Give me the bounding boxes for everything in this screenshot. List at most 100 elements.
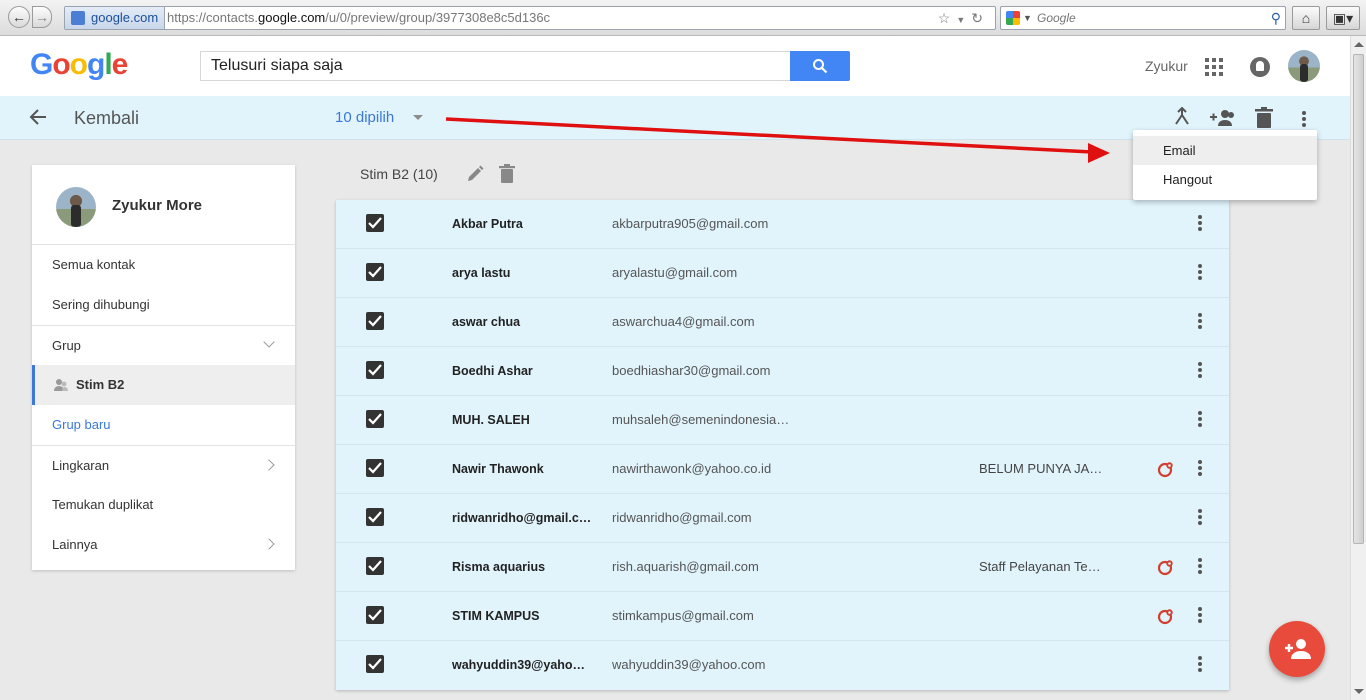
back-arrow-icon[interactable]: [28, 107, 48, 127]
menu-item-hangout[interactable]: Hangout: [1133, 165, 1317, 194]
sidebar-item-circles[interactable]: Lingkaran: [32, 445, 295, 485]
bookmarks-button[interactable]: ▣▾: [1326, 6, 1360, 30]
contact-checkbox[interactable]: [366, 557, 384, 575]
google-plus-circles-icon[interactable]: [1157, 558, 1175, 576]
sidebar-item-more[interactable]: Lainnya: [32, 525, 295, 565]
scroll-up-arrow-icon[interactable]: [1354, 42, 1364, 47]
contact-email[interactable]: wahyuddin39@yahoo.com: [612, 657, 790, 672]
browser-search-box[interactable]: ▼ Google ⚲: [1000, 6, 1286, 30]
contact-checkbox[interactable]: [366, 410, 384, 428]
contact-checkbox[interactable]: [366, 312, 384, 330]
sidebar-item-frequent[interactable]: Sering dihubungi: [32, 285, 295, 325]
site-identity-badge[interactable]: google.com: [65, 7, 166, 29]
home-button[interactable]: ⌂: [1292, 6, 1320, 30]
row-more-options-icon[interactable]: [1198, 362, 1202, 378]
chevron-down-icon[interactable]: [263, 336, 275, 348]
row-more-options-icon[interactable]: [1198, 313, 1202, 329]
contact-row[interactable]: Nawir Thawonk nawirthawonk@yahoo.co.id BEL…: [336, 445, 1229, 494]
contact-name[interactable]: Boedhi Ashar: [452, 364, 592, 378]
contacts-search-input[interactable]: Telusuri siapa saja: [200, 51, 790, 81]
contact-email[interactable]: aryalastu@gmail.com: [612, 265, 790, 280]
selected-count[interactable]: 10 dipilih: [335, 109, 394, 126]
header-avatar[interactable]: [1288, 50, 1320, 82]
contact-row[interactable]: Risma aquarius rish.aquarish@gmail.com Sta…: [336, 543, 1229, 592]
contact-row[interactable]: Akbar Putra akbarputra905@gmail.com: [336, 200, 1229, 249]
contact-email[interactable]: rish.aquarish@gmail.com: [612, 559, 790, 574]
contact-row[interactable]: MUH. SALEH muhsaleh@semenindonesia…: [336, 396, 1229, 445]
url-text[interactable]: https://contacts.google.com/u/0/preview/…: [167, 7, 550, 29]
page-scrollbar[interactable]: [1350, 36, 1366, 700]
row-more-options-icon[interactable]: [1198, 264, 1202, 280]
add-contact-fab[interactable]: [1269, 621, 1325, 677]
menu-item-email[interactable]: Email: [1133, 136, 1317, 165]
contact-row[interactable]: arya lastu aryalastu@gmail.com: [336, 249, 1229, 298]
sidebar-item-all-contacts[interactable]: Semua kontak: [32, 245, 295, 285]
contact-name[interactable]: Nawir Thawonk: [452, 462, 592, 476]
google-search-engine-icon[interactable]: [1006, 11, 1020, 25]
contact-email[interactable]: stimkampus@gmail.com: [612, 608, 790, 623]
contact-row[interactable]: wahyuddin39@yahoo.… wahyuddin39@yahoo.com: [336, 641, 1229, 690]
contact-row[interactable]: Boedhi Ashar boedhiashar30@gmail.com: [336, 347, 1229, 396]
sidebar-profile[interactable]: Zyukur More: [32, 165, 295, 245]
sidebar-item-find-duplicates[interactable]: Temukan duplikat: [32, 485, 295, 525]
contact-checkbox[interactable]: [366, 508, 384, 526]
contact-name[interactable]: STIM KAMPUS: [452, 609, 592, 623]
selection-dropdown-icon[interactable]: [413, 115, 423, 120]
notifications-bell-icon[interactable]: [1250, 57, 1270, 77]
contact-checkbox[interactable]: [366, 214, 384, 232]
contact-name[interactable]: Risma aquarius: [452, 560, 592, 574]
merge-icon[interactable]: [1170, 107, 1194, 129]
address-bar[interactable]: google.com https://contacts.google.com/u…: [64, 6, 996, 30]
contact-name[interactable]: MUH. SALEH: [452, 413, 592, 427]
reload-icon[interactable]: ↻: [971, 10, 989, 26]
contact-email[interactable]: aswarchua4@gmail.com: [612, 314, 790, 329]
back-label[interactable]: Kembali: [74, 108, 139, 129]
sidebar-item-groups[interactable]: Grup: [32, 325, 295, 365]
add-to-group-icon[interactable]: [1209, 107, 1237, 129]
row-more-options-icon[interactable]: [1198, 656, 1202, 672]
browser-forward-button[interactable]: →: [32, 6, 52, 28]
row-more-options-icon[interactable]: [1198, 215, 1202, 231]
contact-checkbox[interactable]: [366, 361, 384, 379]
contact-checkbox[interactable]: [366, 655, 384, 673]
contact-row[interactable]: aswar chua aswarchua4@gmail.com: [336, 298, 1229, 347]
contact-row[interactable]: STIM KAMPUS stimkampus@gmail.com: [336, 592, 1229, 641]
dropdown-icon[interactable]: ▼: [956, 15, 971, 25]
google-plus-circles-icon[interactable]: [1157, 607, 1175, 625]
contact-checkbox[interactable]: [366, 459, 384, 477]
contact-email[interactable]: akbarputra905@gmail.com: [612, 216, 790, 231]
engine-dropdown-icon[interactable]: ▼: [1023, 7, 1032, 29]
contact-checkbox[interactable]: [366, 263, 384, 281]
row-more-options-icon[interactable]: [1198, 558, 1202, 574]
sidebar-item-stim-b2[interactable]: Stim B2: [32, 365, 295, 405]
bookmark-star-icon[interactable]: ☆: [938, 10, 957, 26]
contact-email[interactable]: nawirthawonk@yahoo.co.id: [612, 461, 790, 476]
contact-name[interactable]: arya lastu: [452, 266, 592, 280]
contact-name[interactable]: aswar chua: [452, 315, 592, 329]
chevron-right-icon[interactable]: [263, 459, 275, 471]
google-plus-circles-icon[interactable]: [1157, 460, 1175, 478]
row-more-options-icon[interactable]: [1198, 607, 1202, 623]
delete-icon[interactable]: [1254, 107, 1274, 129]
row-more-options-icon[interactable]: [1198, 411, 1202, 427]
chevron-right-icon[interactable]: [263, 538, 275, 550]
apps-grid-icon[interactable]: [1205, 58, 1223, 76]
contact-name[interactable]: ridwanridho@gmail.c…: [452, 511, 592, 525]
scrollbar-thumb[interactable]: [1353, 54, 1364, 544]
google-logo[interactable]: Google: [30, 48, 128, 82]
header-user-name[interactable]: Zyukur: [1145, 58, 1188, 74]
contact-name[interactable]: wahyuddin39@yahoo.…: [452, 658, 592, 672]
row-more-options-icon[interactable]: [1198, 460, 1202, 476]
contact-checkbox[interactable]: [366, 606, 384, 624]
sidebar-item-new-group[interactable]: Grup baru: [32, 405, 295, 445]
contact-name[interactable]: Akbar Putra: [452, 217, 592, 231]
browser-search-icon[interactable]: ⚲: [1271, 7, 1281, 29]
scroll-down-arrow-icon[interactable]: [1354, 689, 1364, 694]
browser-back-button[interactable]: ←: [8, 6, 30, 28]
contact-email[interactable]: boedhiashar30@gmail.com: [612, 363, 790, 378]
contact-email[interactable]: ridwanridho@gmail.com: [612, 510, 790, 525]
contact-email[interactable]: muhsaleh@semenindonesia…: [612, 412, 790, 427]
search-button[interactable]: [790, 51, 850, 81]
profile-avatar[interactable]: [56, 187, 96, 227]
contact-row[interactable]: ridwanridho@gmail.c… ridwanridho@gmail.co…: [336, 494, 1229, 543]
